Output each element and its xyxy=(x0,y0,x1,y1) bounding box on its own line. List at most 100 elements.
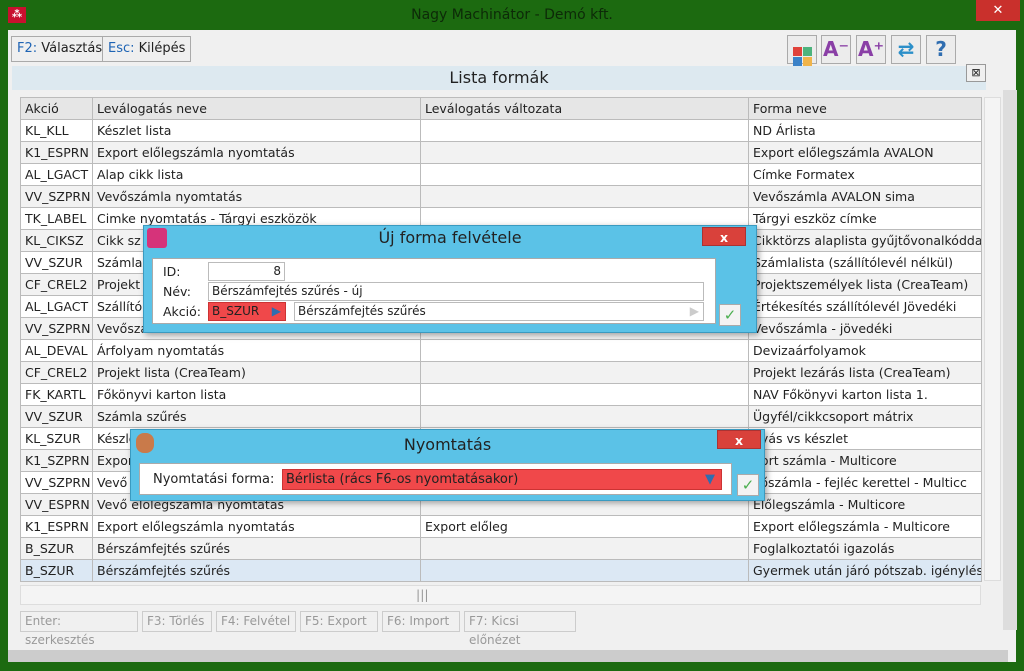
table-cell: Készlet lista xyxy=(92,119,421,142)
dialog-title: Új forma felvétele xyxy=(378,228,522,247)
font-decrease-icon: A⁻ xyxy=(822,37,850,61)
table-cell: Export előleg xyxy=(420,515,749,538)
column-header[interactable]: Akció xyxy=(20,97,93,120)
table-cell: Bérszámfejtés szűrés xyxy=(92,559,421,582)
table-row[interactable]: K1_ESPRN Export előlegszámla nyomtatás Exp… xyxy=(20,141,982,164)
action-label: Akció: xyxy=(163,304,201,319)
dialog-close-button[interactable]: x xyxy=(717,430,761,449)
table-cell: gyás vs készlet xyxy=(748,427,982,450)
print-form-area: Nyomtatási forma: Bérlista (rács F6-os n… xyxy=(139,463,732,495)
column-header[interactable]: Forma neve xyxy=(748,97,982,120)
table-cell xyxy=(420,559,749,582)
panel-close-button[interactable]: ⊠ xyxy=(966,64,986,82)
table-cell: K1_SZPRN xyxy=(20,449,93,472)
table-cell: KL_SZUR xyxy=(20,427,93,450)
table-cell xyxy=(420,361,749,384)
table-row[interactable]: AL_LGACT Alap cikk lista Címke Formatex xyxy=(20,163,982,186)
table-row[interactable]: AL_DEVAL Árfolyam nyomtatás Devizaárfolyam… xyxy=(20,339,982,362)
ok-button[interactable]: ✓ xyxy=(719,304,741,326)
print-ok-button[interactable]: ✓ xyxy=(737,474,759,496)
table-cell: B_SZUR xyxy=(20,537,93,560)
new-form-dialog: Új forma felvétele x ID: 8 Név: Bérszámf… xyxy=(143,225,757,333)
table-cell: AL_DEVAL xyxy=(20,339,93,362)
column-header[interactable]: Leválogatás változata xyxy=(420,97,749,120)
exit-button[interactable]: Esc: Kilépés xyxy=(102,36,192,62)
select-key: F2: xyxy=(17,41,38,56)
dialog-close-button[interactable]: x xyxy=(702,227,746,246)
help-icon: ? xyxy=(935,37,947,61)
table-cell: VV_SZUR xyxy=(20,405,93,428)
print-form-label: Nyomtatási forma: xyxy=(153,472,275,487)
grid-horizontal-scrollbar[interactable]: ||| xyxy=(20,585,981,605)
column-header[interactable]: Leválogatás neve xyxy=(92,97,421,120)
table-cell: Projekt lista (CreaTeam) xyxy=(92,361,421,384)
table-cell: B_SZUR xyxy=(20,559,93,582)
table-cell: Export előlegszámla nyomtatás xyxy=(92,141,421,164)
table-cell xyxy=(420,339,749,362)
table-cell: Címke Formatex xyxy=(748,163,982,186)
table-cell: Vevőszámla nyomtatás xyxy=(92,185,421,208)
action-code-field[interactable]: B_SZUR ▶ xyxy=(208,302,286,321)
table-row[interactable]: VV_SZUR Számla szűrés Ügyfél/cikkcsoport m… xyxy=(20,405,982,428)
outer-vertical-scrollbar[interactable] xyxy=(1003,90,1017,630)
font-increase-button[interactable]: A⁺ xyxy=(856,35,886,64)
grid-vertical-scrollbar[interactable] xyxy=(984,97,1001,581)
footer-button[interactable]: F3: Törlés xyxy=(142,611,212,632)
footer-button[interactable]: F6: Import xyxy=(382,611,460,632)
table-cell: Árfolyam nyomtatás xyxy=(92,339,421,362)
table-cell: Devizaárfolyamok xyxy=(748,339,982,362)
font-increase-icon: A⁺ xyxy=(857,37,885,61)
footer-button[interactable]: Enter: szerkesztés xyxy=(20,611,138,647)
table-cell: TK_LABEL xyxy=(20,207,93,230)
action-code: B_SZUR xyxy=(212,304,260,318)
table-cell: VV_SZUR xyxy=(20,251,93,274)
table-cell: Vevőszámla AVALON sima xyxy=(748,185,982,208)
table-cell: KL_CIKSZ xyxy=(20,229,93,252)
font-decrease-button[interactable]: A⁻ xyxy=(821,35,851,64)
table-cell xyxy=(420,383,749,406)
select-button[interactable]: F2: Választás xyxy=(11,36,109,62)
table-cell: Számlalista (szállítólevél nélkül) xyxy=(748,251,982,274)
table-cell xyxy=(420,163,749,186)
name-field[interactable]: Bérszámfejtés szűrés - új xyxy=(208,282,704,301)
print-dialog: Nyomtatás x Nyomtatási forma: Bérlista (… xyxy=(130,429,765,501)
table-cell: NAV Főkönyvi karton lista 1. xyxy=(748,383,982,406)
footer-button[interactable]: F4: Felvétel xyxy=(216,611,296,632)
swap-arrows-icon: ⇄ xyxy=(897,37,915,61)
exit-label: Kilépés xyxy=(138,41,186,56)
id-field[interactable]: 8 xyxy=(208,262,285,281)
table-cell xyxy=(420,405,749,428)
footer-button[interactable]: F7: Kicsi előnézet xyxy=(464,611,576,647)
table-cell xyxy=(420,537,749,560)
table-cell: VV_ESPRN xyxy=(20,493,93,516)
table-row[interactable]: CF_CREL2 Projekt lista (CreaTeam) Projekt … xyxy=(20,361,982,384)
select-label: Választás xyxy=(41,41,103,56)
table-row[interactable]: B_SZUR Bérszámfejtés szűrés Foglalkoztatói… xyxy=(20,537,982,560)
table-cell: Export előlegszámla - Multicore xyxy=(748,515,982,538)
window-title: Nagy Machinátor - Demó kft. xyxy=(411,7,613,23)
color-tiles-icon xyxy=(792,47,812,66)
help-button[interactable]: ? xyxy=(926,35,956,64)
table-cell: CF_CREL2 xyxy=(20,273,93,296)
table-row[interactable]: VV_SZPRN Vevőszámla nyomtatás Vevőszámla A… xyxy=(20,185,982,208)
table-cell: Alap cikk lista xyxy=(92,163,421,186)
table-cell: vőszámla - fejléc kerettel - Multicc xyxy=(748,471,982,494)
print-form-select[interactable]: Bérlista (rács F6-os nyomtatásakor) ▼ xyxy=(282,469,722,490)
action-name-field[interactable]: Bérszámfejtés szűrés ▶ xyxy=(294,302,704,321)
table-cell: ND Árlista xyxy=(748,119,982,142)
table-cell: Tárgyi eszköz címke xyxy=(748,207,982,230)
window-close-button[interactable]: ✕ xyxy=(976,0,1020,21)
table-cell: Gyermek után járó pótszab. igénylés xyxy=(748,559,982,582)
table-row[interactable]: KL_KLL Készlet lista ND Árlista xyxy=(20,119,982,142)
swap-button[interactable]: ⇄ xyxy=(891,35,921,64)
table-row[interactable]: B_SZUR Bérszámfejtés szűrés Gyermek után j… xyxy=(20,559,982,582)
footer-button[interactable]: F5: Export xyxy=(300,611,378,632)
table-cell: Számla szűrés xyxy=(92,405,421,428)
table-row[interactable]: FK_KARTL Főkönyvi karton lista NAV Főkönyv… xyxy=(20,383,982,406)
print-form-value: Bérlista (rács F6-os nyomtatásakor) xyxy=(286,472,519,487)
table-row[interactable]: K1_ESPRN Export előlegszámla nyomtatás Exp… xyxy=(20,515,982,538)
table-cell: KL_KLL xyxy=(20,119,93,142)
outer-horizontal-scrollbar[interactable] xyxy=(8,650,1008,662)
layout-button[interactable] xyxy=(787,35,817,66)
table-cell: port számla - Multicore xyxy=(748,449,982,472)
